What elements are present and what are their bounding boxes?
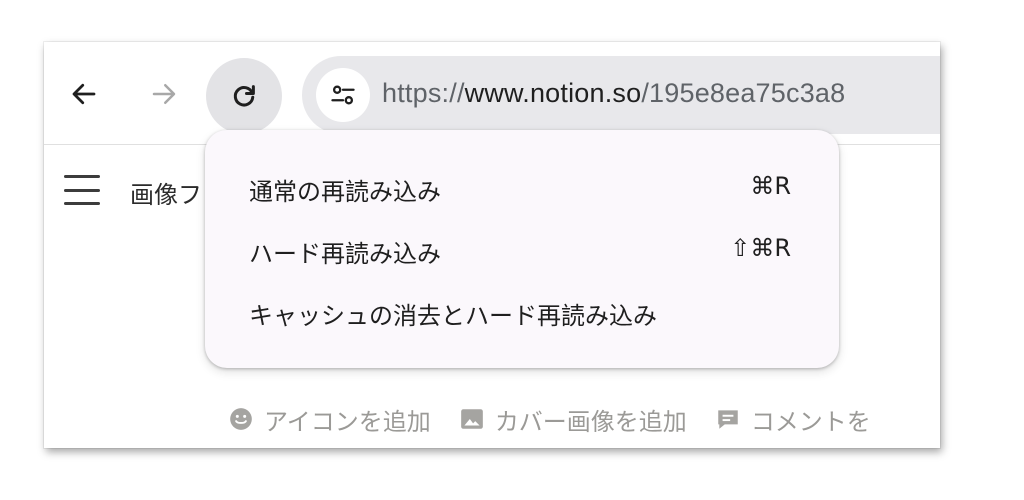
url-host: www.notion.so: [464, 78, 642, 108]
menu-item-normal-reload[interactable]: 通常の再読み込み ⌘R: [205, 158, 839, 220]
reload-button[interactable]: [206, 58, 282, 134]
url-text[interactable]: https://www.notion.so/195e8ea75c3a8: [382, 78, 845, 109]
breadcrumb[interactable]: 画像フ: [130, 175, 202, 210]
hamburger-line: [64, 202, 100, 205]
menu-item-label: ハード再読み込み: [249, 240, 441, 268]
add-cover-label: カバー画像を追加: [494, 407, 687, 436]
hamburger-line: [64, 175, 100, 178]
back-button[interactable]: [48, 58, 120, 130]
address-bar[interactable]: https://www.notion.so/195e8ea75c3a8: [302, 56, 940, 134]
url-path: /195e8ea75c3a8: [641, 78, 846, 108]
menu-item-empty-cache-hard-reload[interactable]: キャッシュの消去とハード再読み込み: [205, 282, 839, 344]
menu-item-hard-reload[interactable]: ハード再読み込み ⇧⌘R: [205, 220, 839, 282]
tune-icon: [331, 85, 355, 105]
smiley-icon: [230, 408, 252, 430]
url-scheme: https://: [382, 78, 465, 108]
page-actions: アイコンを追加 カバー画像を追加 コメントを: [228, 401, 899, 437]
add-icon-button[interactable]: アイコンを追加: [228, 402, 431, 437]
add-cover-button[interactable]: カバー画像を追加: [459, 402, 687, 437]
menu-item-label: キャッシュの消去とハード再読み込み: [249, 302, 657, 330]
reload-icon: [233, 85, 255, 107]
arrow-left-icon: [72, 83, 96, 105]
comment-icon: [718, 410, 738, 429]
add-comment-button[interactable]: コメントを: [715, 402, 871, 437]
forward-button[interactable]: [128, 58, 200, 130]
hamburger-line: [64, 188, 100, 192]
add-comment-label: コメントを: [750, 407, 871, 436]
menu-item-shortcut: ⇧⌘R: [730, 234, 791, 262]
arrow-right-icon: [152, 84, 176, 104]
menu-item-shortcut: ⌘R: [750, 172, 791, 200]
reload-options-menu: 通常の再読み込み ⌘R ハード再読み込み ⇧⌘R キャッシュの消去とハード再読み…: [205, 130, 839, 368]
hamburger-menu-icon[interactable]: [64, 175, 100, 205]
site-info-button[interactable]: [316, 68, 370, 122]
add-icon-label: アイコンを追加: [264, 407, 431, 436]
menu-item-label: 通常の再読み込み: [249, 178, 441, 206]
image-icon: [460, 409, 483, 429]
